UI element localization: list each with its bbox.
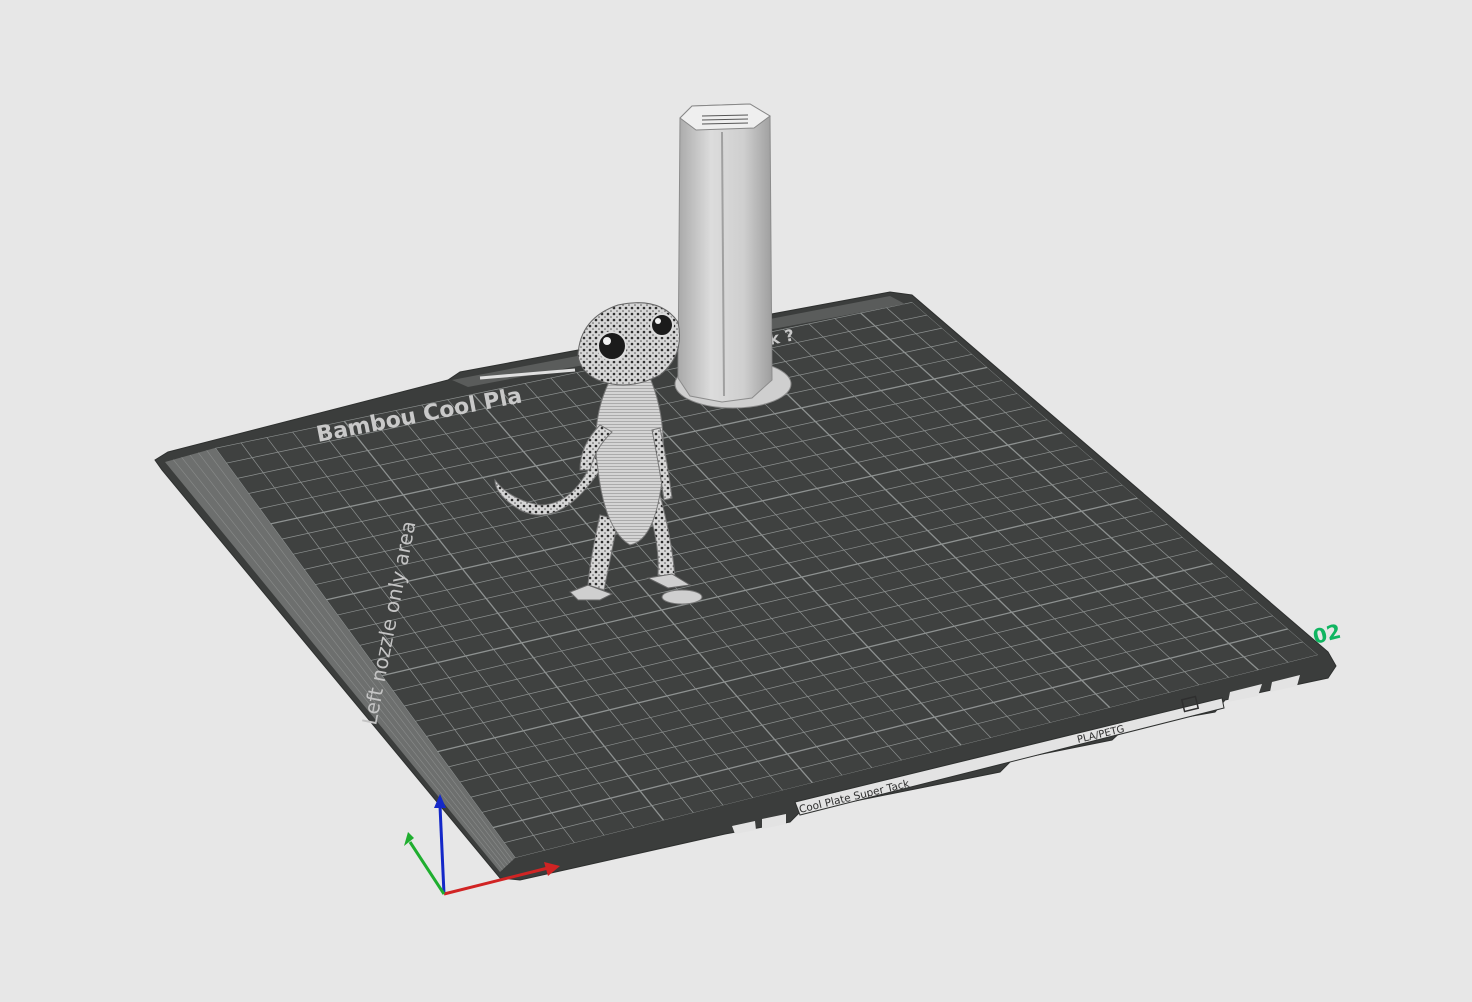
plate-number[interactable]: 02 [1310, 619, 1343, 649]
z-axis [438, 805, 446, 895]
gecko-eye-left [597, 331, 627, 361]
viewport-canvas[interactable]: Bambou Cool Pla k ? Left nozzle only are… [0, 0, 1472, 998]
y-axis [408, 841, 446, 895]
3d-viewport[interactable]: Bambou Cool Pla k ? Left nozzle only are… [0, 0, 1472, 998]
gecko-eye-right [650, 313, 674, 337]
